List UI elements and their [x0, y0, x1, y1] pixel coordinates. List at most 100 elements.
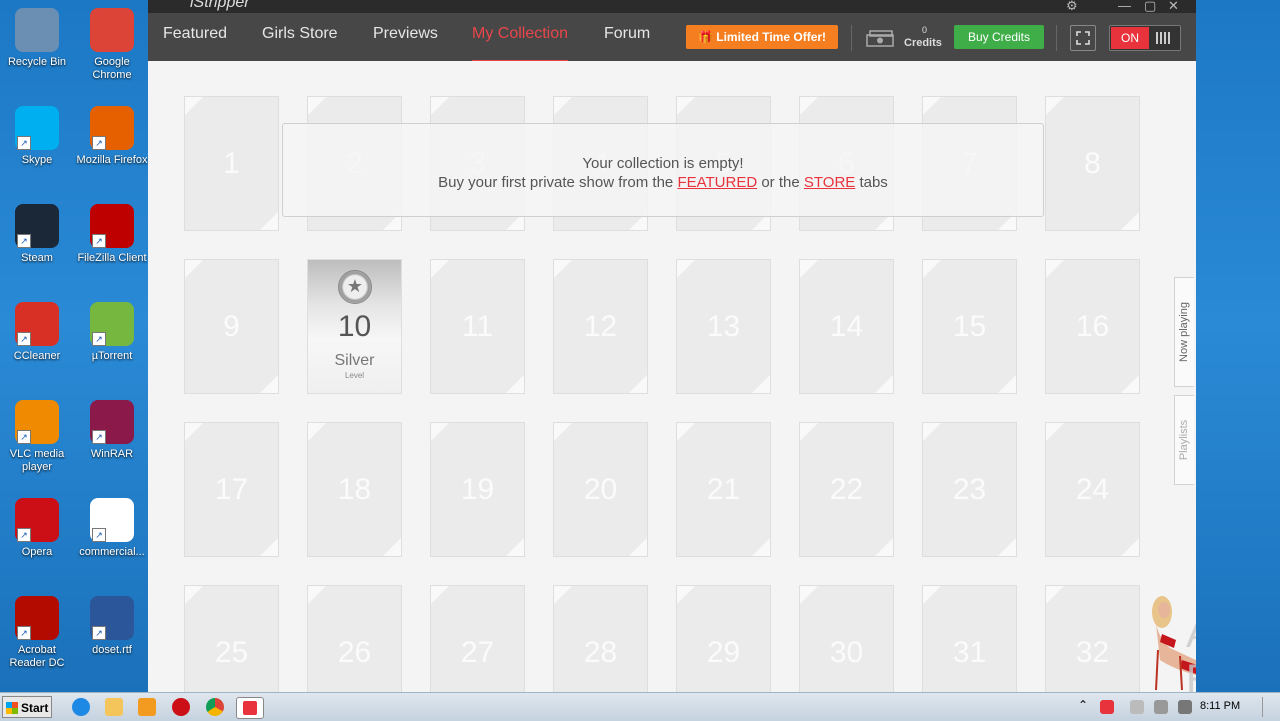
collection-grid: 123456789★10SilverLevel11121314151617181… [148, 61, 1196, 692]
slot-number: 11 [461, 310, 494, 343]
collection-slot[interactable]: 11 [430, 259, 525, 394]
tray-network-icon[interactable] [1154, 700, 1168, 714]
desktop-icon[interactable]: Google Chrome [75, 8, 149, 82]
desktop-icon[interactable]: ↗ Skype [0, 106, 74, 167]
shortcut-arrow-icon: ↗ [92, 234, 106, 248]
main-nav: Featured Girls Store Previews My Collect… [148, 13, 1196, 62]
collection-slot[interactable]: 9 [184, 259, 279, 394]
desktop-icon-label: µTorrent [91, 350, 133, 362]
desktop-icon[interactable]: ↗ WinRAR [75, 400, 149, 461]
collection-slot[interactable]: 30 [799, 585, 894, 692]
slot-number: 30 [829, 636, 864, 669]
istripper-taskbar-icon[interactable] [236, 697, 264, 719]
desktop-icon[interactable]: Recycle Bin [0, 8, 74, 69]
limited-offer-button[interactable]: 🎁 Limited Time Offer! [686, 25, 838, 49]
media-player-icon[interactable] [138, 698, 156, 716]
desktop-icon[interactable]: ↗ FileZilla Client [75, 204, 149, 265]
minimize-icon[interactable]: — [1118, 0, 1131, 13]
collection-slot[interactable]: 16 [1045, 259, 1140, 394]
collection-slot[interactable]: 25 [184, 585, 279, 692]
slot-number: 15 [952, 310, 987, 343]
tray-istripper-icon[interactable] [1100, 700, 1114, 714]
on-off-toggle[interactable]: ON [1109, 25, 1181, 51]
toggle-on-label: ON [1111, 27, 1149, 49]
explorer-icon[interactable] [105, 698, 123, 716]
chrome-icon[interactable] [206, 698, 224, 716]
collection-slot[interactable]: 8 [1045, 96, 1140, 231]
opera-icon[interactable] [172, 698, 190, 716]
level-caption: Level [344, 371, 365, 380]
ie-icon[interactable] [72, 698, 90, 716]
slot-number: 1 [223, 147, 240, 180]
store-link[interactable]: STORE [804, 174, 855, 191]
tray-chevron-icon[interactable]: ⌃ [1078, 698, 1090, 716]
desktop-icon-label: FileZilla Client [77, 252, 147, 264]
desktop-icon-label: VLC media player [9, 448, 65, 473]
tray-security-icon[interactable] [1130, 700, 1144, 714]
desktop-icon-label: Opera [21, 546, 53, 558]
collection-slot[interactable]: 18 [307, 422, 402, 557]
shortcut-arrow-icon: ↗ [17, 136, 31, 150]
divider [1056, 25, 1057, 51]
collection-slot[interactable]: 1 [184, 96, 279, 231]
title-bar: iStripper ⚙ — ▢ ✕ [148, 0, 1196, 13]
collection-slot[interactable]: 26 [307, 585, 402, 692]
now-playing-tab[interactable]: Now playing [1174, 277, 1194, 387]
collection-slot[interactable]: 22 [799, 422, 894, 557]
collection-slot[interactable]: 32 [1045, 585, 1140, 692]
tab-featured[interactable]: Featured [163, 25, 227, 61]
maximize-icon[interactable]: ▢ [1144, 0, 1156, 14]
shortcut-arrow-icon: ↗ [92, 528, 106, 542]
tab-my-collection[interactable]: My Collection [472, 25, 569, 62]
collection-slot[interactable]: 15 [922, 259, 1017, 394]
desktop-icon[interactable]: ↗ CCleaner [0, 302, 74, 363]
app-icon: ↗ [90, 498, 134, 542]
tab-girls-store[interactable]: Girls Store [262, 25, 338, 61]
slot-number: 22 [829, 473, 864, 506]
desktop-icon[interactable]: ↗ Mozilla Firefox [75, 106, 149, 167]
start-button[interactable]: Start [2, 696, 52, 718]
collection-slot[interactable]: 19 [430, 422, 525, 557]
desktop-icon[interactable]: ↗ commercial... [75, 498, 149, 559]
playlists-label: Playlists [1178, 419, 1190, 461]
desktop-icon[interactable]: ↗ Opera [0, 498, 74, 559]
desktop-icon[interactable]: ↗ doset.rtf [75, 596, 149, 657]
collection-slot[interactable]: 12 [553, 259, 648, 394]
collection-slot[interactable]: 17 [184, 422, 279, 557]
tab-forum[interactable]: Forum [604, 25, 650, 61]
collection-slot[interactable]: 14 [799, 259, 894, 394]
shortcut-arrow-icon: ↗ [17, 626, 31, 640]
collection-slot[interactable]: 31 [922, 585, 1017, 692]
collection-slot[interactable]: 23 [922, 422, 1017, 557]
collection-slot[interactable]: 27 [430, 585, 525, 692]
close-icon[interactable]: ✕ [1168, 0, 1179, 14]
app-icon: ↗ [90, 204, 134, 248]
settings-icon[interactable]: ⚙ [1066, 0, 1078, 14]
featured-link[interactable]: FEATURED [677, 174, 757, 191]
tray-volume-icon[interactable] [1178, 700, 1192, 714]
silver-level-slot[interactable]: ★ 10 Silver Level [307, 259, 402, 394]
tab-previews[interactable]: Previews [373, 25, 438, 61]
app-icon: ↗ [90, 596, 134, 640]
star-icon: ★ [338, 270, 372, 304]
playlists-tab[interactable]: Playlists [1174, 395, 1194, 485]
collection-slot[interactable]: 13 [676, 259, 771, 394]
desktop-icon[interactable]: ↗ Steam [0, 204, 74, 265]
desktop-icon-label: Skype [21, 154, 53, 166]
shortcut-arrow-icon: ↗ [92, 626, 106, 640]
desktop-icon[interactable]: ↗ Acrobat Reader DC [0, 596, 74, 670]
buy-credits-button[interactable]: Buy Credits [954, 25, 1044, 49]
desktop-icon[interactable]: ↗ µTorrent [75, 302, 149, 363]
fullscreen-button[interactable] [1070, 25, 1096, 51]
collection-slot[interactable]: 20 [553, 422, 648, 557]
collection-slot[interactable]: 24 [1045, 422, 1140, 557]
shortcut-arrow-icon: ↗ [17, 430, 31, 444]
show-desktop-button[interactable] [1262, 697, 1277, 717]
slot-number: 26 [337, 636, 372, 669]
collection-slot[interactable]: 21 [676, 422, 771, 557]
desktop-icon[interactable]: ↗ VLC media player [0, 400, 74, 474]
empty-subtitle: Buy your first private show from the FEA… [283, 174, 1043, 191]
app-icon [15, 8, 59, 52]
collection-slot[interactable]: 28 [553, 585, 648, 692]
collection-slot[interactable]: 29 [676, 585, 771, 692]
